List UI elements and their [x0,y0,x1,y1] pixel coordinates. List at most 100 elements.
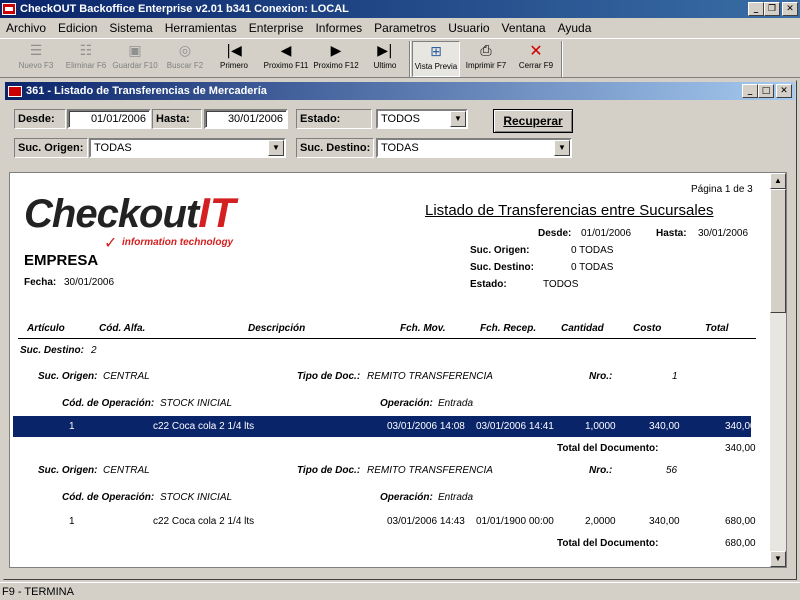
close-button[interactable]: ✕ [782,2,798,16]
menu-usuario[interactable]: Usuario [442,21,495,35]
child-close-button[interactable]: ✕ [776,84,792,98]
suc-origen-value: TODAS [94,142,132,154]
vista-previa-button[interactable]: ⊞ Vista Previa [412,41,460,77]
doc2-cod-op-value: STOCK INICIAL [160,492,233,503]
cerrar-button[interactable]: ✕ Cerrar F9 [514,41,558,77]
suc-destino-dropdown[interactable]: TODAS ▼ [376,138,572,158]
desde-field[interactable]: 01/01/2006 [67,109,151,129]
col-cod-alfa: Cód. Alfa. [99,323,146,334]
menu-informes[interactable]: Informes [309,21,368,35]
first-record-icon: |◀ [226,43,242,59]
logo-accent: IT [198,189,236,236]
menu-archivo[interactable]: Archivo [0,21,52,35]
nuevo-button[interactable]: ☰ Nuevo F3 [12,41,60,77]
eliminar-button[interactable]: ☷ Eliminar F6 [62,41,110,77]
col-total: Total [705,323,729,334]
estado-dropdown[interactable]: TODOS ▼ [376,109,468,129]
save-disk-icon: ▣ [128,43,142,59]
doc2-operacion-label: Operación: [380,492,433,503]
col-articulo: Artículo [27,323,65,334]
delete-record-icon: ☷ [79,43,93,59]
row1-total: 340,00 [725,421,756,432]
guardar-label: Guardar F10 [112,61,158,70]
menu-herramientas[interactable]: Herramientas [159,21,243,35]
doc2-operacion-value: Entrada [438,492,474,503]
table-row-selected[interactable]: 1 c22 Coca cola 2 1/4 lts 03/01/2006 14:… [13,416,756,437]
hasta-field[interactable]: 30/01/2006 [204,109,288,129]
doc1-tipo-doc-value: REMITO TRANSFERENCIA [367,371,493,382]
print-preview-icon: ⊞ [430,44,442,60]
row1-descripcion: c22 Coca cola 2 1/4 lts [153,421,255,432]
eliminar-label: Eliminar F6 [65,61,107,70]
group-suc-destino-label: Suc. Destino: [20,345,84,356]
menu-enterprise[interactable]: Enterprise [243,21,310,35]
logo-main: Checkout [24,192,199,236]
report-suc-origen-label: Suc. Origen: [470,245,530,256]
report-desde-label: Desde: [538,228,572,239]
toolbar-separator [409,41,411,77]
doc1-nro-value: 1 [672,371,678,382]
report-scrollbar[interactable]: ▲ ▼ [770,173,786,567]
proximo-f11-button[interactable]: ◀ Proximo F11 [262,41,310,77]
buscar-button[interactable]: ◎ Buscar F2 [161,41,209,77]
row1-fch-recep: 03/01/2006 14:41 [476,421,554,432]
imprimir-label: Imprimir F7 [465,61,507,70]
doc1-total-label: Total del Documento: [557,443,659,454]
doc2-nro-value: 56 [666,465,678,476]
proximo-f12-button[interactable]: ▶ Proximo F12 [311,41,361,77]
chevron-down-icon[interactable]: ▼ [268,140,284,156]
group-suc-destino-value: 2 [91,345,97,356]
report-suc-destino-label: Suc. Destino: [470,262,534,273]
suc-destino-value: TODAS [381,142,419,154]
report-empresa: EMPRESA [24,252,99,269]
proximo-f11-label: Proximo F11 [263,61,309,70]
scroll-thumb[interactable] [770,189,786,313]
doc2-nro-label: Nro.: [589,465,613,476]
imprimir-button[interactable]: ⎙ Imprimir F7 [462,41,510,77]
checkmark-icon: ✓ [104,233,118,252]
hasta-label: Hasta: [152,109,202,129]
buscar-label: Buscar F2 [166,61,204,70]
menu-ventana[interactable]: Ventana [496,21,552,35]
menu-parametros[interactable]: Parametros [368,21,442,35]
child-minimize-button[interactable]: _ [742,84,758,98]
primero-button[interactable]: |◀ Primero [212,41,256,77]
printer-icon: ⎙ [480,43,492,59]
suc-destino-label: Suc. Destino: [296,138,374,158]
status-bar: F9 - TERMINA [0,582,800,600]
scroll-down-icon[interactable]: ▼ [770,551,786,567]
menu-edicion[interactable]: Edicion [52,21,103,35]
report-suc-origen-value: 0 TODAS [571,245,614,256]
col-fch-recep: Fch. Recep. [480,323,537,334]
vista-previa-label: Vista Previa [414,62,458,71]
report-estado-value: TODOS [543,279,579,290]
minimize-button[interactable]: _ [748,2,764,16]
desde-label: Desde: [14,109,66,129]
row2-fch-mov: 03/01/2006 14:43 [387,516,465,527]
new-record-icon: ☰ [29,43,43,59]
ultimo-button[interactable]: ▶| Ultimo [364,41,406,77]
previous-record-icon: ◀ [280,43,292,59]
col-cantidad: Cantidad [561,323,604,334]
scroll-up-icon[interactable]: ▲ [770,173,786,189]
doc2-tipo-doc-label: Tipo de Doc.: [297,465,361,476]
row1-articulo: 1 [69,421,75,432]
suc-origen-dropdown[interactable]: TODAS ▼ [89,138,286,158]
report-suc-destino-value: 0 TODAS [571,262,614,273]
report-preview[interactable]: Página 1 de 3 CheckoutIT ✓ information t… [9,172,787,568]
restore-button[interactable]: ❐ [764,2,780,16]
estado-value: TODOS [381,113,420,125]
chevron-down-icon[interactable]: ▼ [554,140,570,156]
menu-sistema[interactable]: Sistema [103,21,158,35]
chevron-down-icon[interactable]: ▼ [450,111,466,127]
suc-origen-label: Suc. Origen: [14,138,88,158]
recuperar-button[interactable]: Recuperar [493,109,573,133]
guardar-button[interactable]: ▣ Guardar F10 [111,41,159,77]
doc1-tipo-doc-label: Tipo de Doc.: [297,371,361,382]
doc1-cod-op-label: Cód. de Operación: [62,398,155,409]
report-estado-label: Estado: [470,279,507,290]
report-fecha-value: 30/01/2006 [64,277,115,288]
menu-ayuda[interactable]: Ayuda [552,21,598,35]
child-maximize-button[interactable]: □ [758,84,774,98]
row2-costo: 340,00 [649,516,680,527]
